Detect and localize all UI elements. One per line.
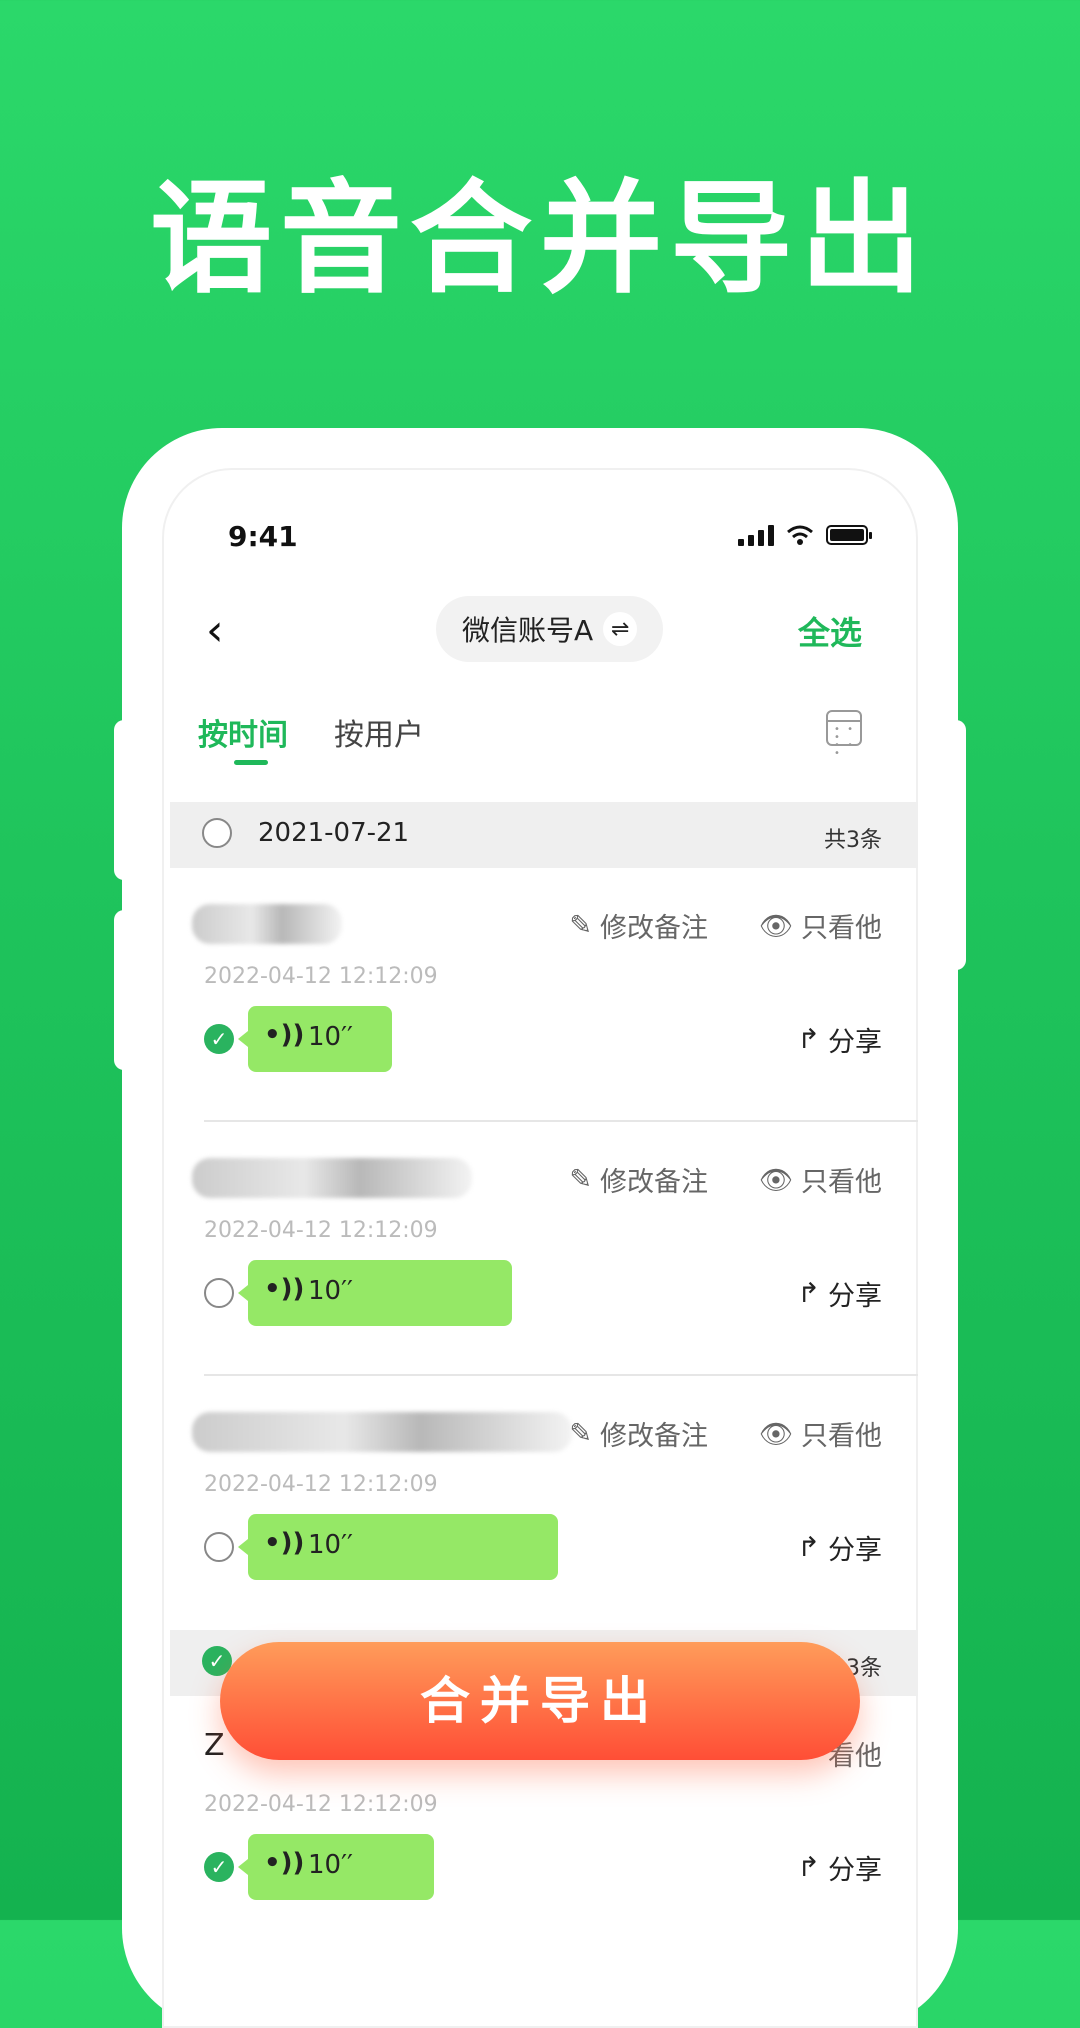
eye-icon: 👁	[758, 1164, 793, 1196]
blurred-name	[192, 904, 342, 944]
blurred-name	[192, 1158, 472, 1198]
voice-bubble[interactable]: •)) 10′′	[238, 1006, 392, 1072]
tab-indicator	[234, 760, 268, 765]
tab-by-user[interactable]: 按用户	[334, 710, 424, 754]
share-icon: ↱	[797, 1852, 820, 1883]
nav-bar: ‹ 微信账号A ⇌ 全选	[162, 596, 918, 666]
item-select-radio[interactable]	[204, 1532, 234, 1562]
share-icon: ↱	[797, 1024, 820, 1055]
signal-icon	[738, 524, 774, 546]
phone-side-button	[114, 720, 134, 880]
pencil-icon: ✎	[569, 1418, 592, 1449]
share-icon: ↱	[797, 1278, 820, 1309]
timestamp: 2022-04-12 12:12:09	[204, 964, 438, 989]
timestamp: 2022-04-12 12:12:09	[204, 1792, 438, 1817]
voice-bubble[interactable]: •)) 10′′	[238, 1514, 558, 1580]
merge-export-button[interactable]: 合并导出	[220, 1642, 860, 1760]
phone-power-button	[946, 720, 966, 970]
view-only-button[interactable]: 👁 只看他	[759, 1160, 882, 1199]
eye-icon: 👁	[758, 1418, 793, 1450]
voice-duration: 10′′	[308, 1530, 353, 1560]
status-icons	[738, 524, 872, 546]
list-item: ✎ 修改备注 👁 只看他 2022-04-12 12:12:09 ✓ •)) 10′…	[170, 868, 918, 1122]
share-button[interactable]: ↱ 分享	[797, 1528, 882, 1567]
group-count: 共3条	[824, 828, 882, 853]
voice-bubble[interactable]: •)) 10′′	[238, 1260, 512, 1326]
select-all-button[interactable]: 全选	[798, 608, 862, 654]
phone-screen: 9:41 ‹ 微信账号A ⇌ 全选 按时间 按用户 • • • • • • 20…	[162, 468, 918, 2028]
wifi-icon	[787, 525, 813, 545]
group-header: 2021-07-21 共3条	[170, 802, 918, 868]
view-only-button[interactable]: 👁 只看他	[759, 906, 882, 945]
voice-wave-icon: •))	[264, 1020, 305, 1050]
account-name: 微信账号A	[462, 614, 594, 647]
pencil-icon: ✎	[569, 910, 592, 941]
item-select-radio[interactable]	[204, 1278, 234, 1308]
account-switcher[interactable]: 微信账号A ⇌	[436, 596, 664, 662]
group-select-radio[interactable]	[202, 818, 232, 848]
voice-wave-icon: •))	[264, 1528, 305, 1558]
blurred-name	[192, 1412, 572, 1452]
edit-note-button[interactable]: ✎ 修改备注	[569, 1414, 708, 1453]
phone-side-button	[114, 910, 134, 1070]
status-bar: 9:41	[228, 520, 872, 560]
back-icon[interactable]: ‹	[206, 606, 224, 656]
phone-mockup: 9:41 ‹ 微信账号A ⇌ 全选 按时间 按用户 • • • • • • 20…	[122, 428, 958, 2028]
voice-wave-icon: •))	[264, 1274, 305, 1304]
calendar-icon[interactable]: • • • • • •	[826, 710, 862, 759]
edit-note-button[interactable]: ✎ 修改备注	[569, 906, 708, 945]
item-select-radio[interactable]: ✓	[204, 1024, 234, 1054]
pencil-icon: ✎	[569, 1164, 592, 1195]
headline: 语音合并导出	[150, 168, 930, 310]
voice-duration: 10′′	[308, 1276, 353, 1306]
share-icon: ↱	[797, 1532, 820, 1563]
list-item: ✎ 修改备注 👁 只看他 2022-04-12 12:12:09 •)) 10′′ …	[170, 1122, 918, 1376]
voice-duration: 10′′	[308, 1022, 353, 1052]
battery-icon	[826, 525, 872, 545]
share-button[interactable]: ↱ 分享	[797, 1020, 882, 1059]
timestamp: 2022-04-12 12:12:09	[204, 1472, 438, 1497]
share-button[interactable]: ↱ 分享	[797, 1274, 882, 1313]
tab-bar: 按时间 按用户 • • • • • •	[198, 710, 862, 770]
voice-duration: 10′′	[308, 1850, 353, 1880]
view-only-button[interactable]: 👁 只看他	[759, 1414, 882, 1453]
eye-icon: 👁	[758, 910, 793, 942]
swap-icon: ⇌	[603, 612, 638, 646]
voice-wave-icon: •))	[264, 1848, 305, 1878]
list-item: ✎ 修改备注 👁 只看他 2022-04-12 12:12:09 •)) 10′′ …	[170, 1376, 918, 1630]
voice-list: 2021-07-21 共3条 ✎ 修改备注 👁 只看他 2022-04-12 12:…	[170, 802, 918, 1950]
status-time: 9:41	[228, 520, 298, 553]
group-date: 2021-07-21	[258, 818, 410, 848]
item-select-radio[interactable]: ✓	[204, 1852, 234, 1882]
contact-name: Z	[204, 1728, 225, 1763]
edit-note-button[interactable]: ✎ 修改备注	[569, 1160, 708, 1199]
share-button[interactable]: ↱ 分享	[797, 1848, 882, 1887]
timestamp: 2022-04-12 12:12:09	[204, 1218, 438, 1243]
voice-bubble[interactable]: •)) 10′′	[238, 1834, 434, 1900]
tab-by-time[interactable]: 按时间	[198, 710, 288, 754]
